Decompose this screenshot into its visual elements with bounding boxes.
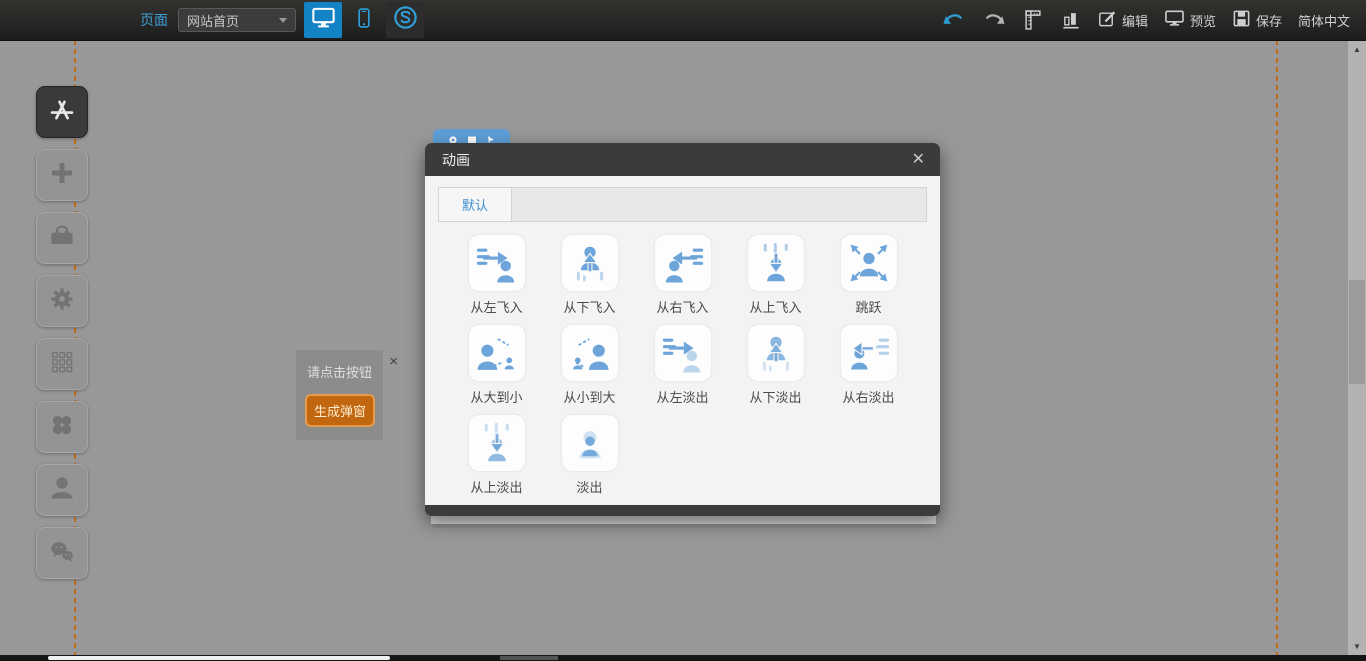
dialog-footer	[425, 505, 940, 516]
animation-option[interactable]: 淡出	[543, 415, 636, 496]
dialog-close-icon[interactable]: ✕	[912, 152, 925, 168]
animation-option[interactable]: 从下淡出	[729, 325, 822, 406]
fly-in-left-icon	[469, 235, 525, 291]
toolbar-actions: 编辑 预览 保存 简体中文	[942, 8, 1366, 32]
animation-option[interactable]: 从上飞入	[729, 235, 822, 316]
redo-button[interactable]	[982, 8, 1006, 32]
mobile-view-button[interactable]	[345, 2, 383, 38]
sidebar-item-modules[interactable]	[36, 338, 88, 390]
dialog-body: 默认 从左飞入 从下飞入 从右飞入 从上飞入 跳跃从大到小 从小到大 从左淡出 从下淡出 从右淡…	[425, 176, 940, 505]
animation-option[interactable]: 从下飞入	[543, 235, 636, 316]
dialog-tabstrip: 默认	[438, 187, 927, 222]
animation-grid: 从左飞入 从下飞入 从右飞入 从上飞入 跳跃从大到小 从小到大 从左淡出 从下淡出 从右淡出从上…	[438, 235, 927, 496]
trigger-close-icon[interactable]: ×	[389, 353, 398, 370]
animation-option[interactable]: 从右淡出	[822, 325, 915, 406]
animation-option[interactable]: 从左淡出	[636, 325, 729, 406]
scroll-down-icon[interactable]: ▼	[1348, 642, 1366, 651]
horizontal-scroll-thumb[interactable]	[48, 656, 390, 660]
animation-label: 从大到小	[470, 387, 522, 406]
view-mode-group	[304, 0, 427, 40]
small-to-big-icon	[562, 325, 618, 381]
floppy-icon	[1232, 9, 1251, 31]
animation-dialog: 动画 ✕ 默认 从左飞入 从下飞入 从右飞入 从上飞入 跳跃从大到小 从小到大 从左淡出 从下…	[425, 143, 940, 516]
page-select[interactable]: 网站首页	[178, 8, 296, 32]
sidebar-item-widgets[interactable]	[36, 401, 88, 453]
animation-label: 从右飞入	[656, 297, 708, 316]
sidebar-item-toolbox[interactable]	[36, 212, 88, 264]
edit-icon	[1098, 9, 1117, 31]
tab-default[interactable]: 默认	[439, 188, 512, 221]
left-sidebar	[36, 86, 88, 579]
fade-out-icon	[562, 415, 618, 471]
chevron-down-icon	[279, 18, 287, 23]
animation-label: 跳跃	[855, 297, 881, 316]
big-to-small-icon	[469, 325, 525, 381]
dialog-header[interactable]: 动画 ✕	[425, 143, 940, 176]
sidebar-item-user[interactable]	[36, 464, 88, 516]
clover-icon	[47, 410, 77, 445]
stats-button[interactable]	[1060, 9, 1082, 31]
plus-icon	[47, 158, 77, 193]
animation-option[interactable]: 跳跃	[822, 235, 915, 316]
language-button[interactable]: 简体中文	[1298, 11, 1350, 30]
generate-popup-button[interactable]: 生成弹窗	[305, 394, 375, 427]
horizontal-scroll-segment	[500, 656, 558, 660]
scroll-up-icon[interactable]: ▲	[1348, 45, 1366, 54]
mobile-icon	[353, 7, 375, 34]
sidebar-item-settings[interactable]	[36, 275, 88, 327]
vertical-scroll-thumb[interactable]	[1349, 280, 1365, 384]
sidebar-item-add[interactable]	[36, 149, 88, 201]
wechat-icon	[47, 536, 77, 571]
fade-out-left-icon	[655, 325, 711, 381]
user-icon	[47, 473, 77, 508]
horizontal-scrollbar[interactable]	[0, 655, 1366, 661]
grid-icon	[47, 347, 77, 382]
gear-icon	[47, 284, 77, 319]
undo-button[interactable]	[942, 8, 966, 32]
link-view-button[interactable]	[386, 2, 424, 38]
fade-out-top-icon	[469, 415, 525, 471]
fly-in-bottom-icon	[562, 235, 618, 291]
appstore-icon	[47, 95, 77, 130]
animation-label: 从下淡出	[749, 387, 801, 406]
animation-label: 从右淡出	[842, 387, 894, 406]
animation-option[interactable]: 从大到小	[450, 325, 543, 406]
top-toolbar: 页面 网站首页 编辑 预览	[0, 0, 1366, 41]
vertical-scrollbar[interactable]: ▲ ▼	[1348, 40, 1366, 655]
animation-label: 从左飞入	[470, 297, 522, 316]
preview-button[interactable]: 预览	[1164, 8, 1216, 32]
animation-label: 从左淡出	[656, 387, 708, 406]
animation-option[interactable]: 从小到大	[543, 325, 636, 406]
save-button[interactable]: 保存	[1232, 9, 1282, 31]
dialog-title: 动画	[442, 150, 470, 170]
page-select-value: 网站首页	[187, 11, 239, 30]
fade-out-right-icon	[841, 325, 897, 381]
popup-trigger-box[interactable]: 请点击按钮 生成弹窗 ×	[296, 350, 383, 440]
trigger-text: 请点击按钮	[296, 362, 383, 381]
fly-in-top-icon	[748, 235, 804, 291]
animation-label: 从下飞入	[563, 297, 615, 316]
animation-option[interactable]: 从右飞入	[636, 235, 729, 316]
editor-stage: 页面 网站首页 编辑 预览	[0, 0, 1366, 661]
page-guide-right	[1276, 40, 1278, 655]
animation-label: 从上淡出	[470, 477, 522, 496]
desktop-view-button[interactable]	[304, 2, 342, 38]
sidebar-item-wechat[interactable]	[36, 527, 88, 579]
animation-label: 从上飞入	[749, 297, 801, 316]
link-icon	[392, 4, 419, 36]
edit-button[interactable]: 编辑	[1098, 9, 1148, 31]
animation-label: 从小到大	[563, 387, 615, 406]
ruler-button[interactable]	[1022, 9, 1044, 31]
desktop-icon	[311, 5, 336, 35]
fly-in-right-icon	[655, 235, 711, 291]
animation-option[interactable]: 从左飞入	[450, 235, 543, 316]
toolbox-icon	[47, 221, 77, 256]
monitor-icon	[1164, 8, 1185, 32]
animation-label: 淡出	[576, 477, 602, 496]
sidebar-item-components[interactable]	[36, 86, 88, 138]
page-label: 页面	[140, 10, 168, 30]
animation-option[interactable]: 从上淡出	[450, 415, 543, 496]
fade-out-bottom-icon	[748, 325, 804, 381]
jump-icon	[841, 235, 897, 291]
